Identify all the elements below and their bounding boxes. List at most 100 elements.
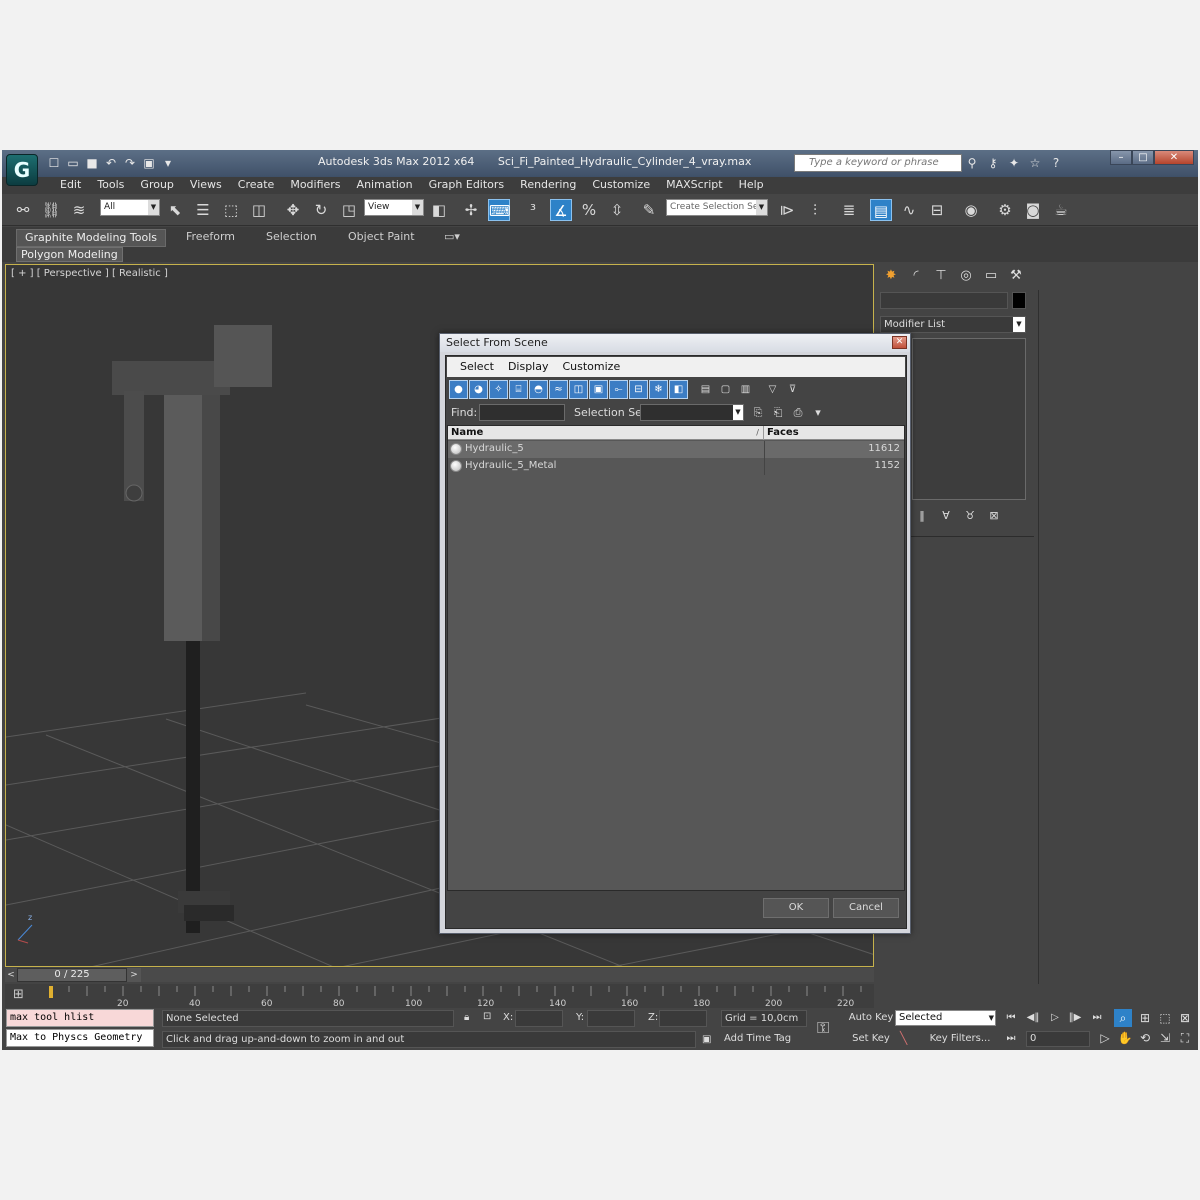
- make-unique-icon[interactable]: ♉: [962, 508, 978, 524]
- motion-tab-icon[interactable]: ◎: [955, 266, 977, 286]
- curve-editor-icon[interactable]: ∿: [898, 199, 920, 221]
- list-item[interactable]: Hydraulic_5 11612: [448, 441, 904, 458]
- align-icon[interactable]: ⫶: [804, 199, 826, 221]
- field-of-view-icon[interactable]: ▷: [1096, 1029, 1114, 1047]
- select-invert-icon[interactable]: ▥: [736, 380, 755, 399]
- close-icon[interactable]: ✕: [1154, 150, 1194, 165]
- scene-object-list[interactable]: Name / Faces Hydraulic_5 11612 Hydraulic…: [447, 425, 905, 891]
- menu-edit[interactable]: Edit: [52, 177, 89, 194]
- maxscript-listener-line-2[interactable]: Max to Physcs Geometry: [6, 1029, 154, 1047]
- menu-views[interactable]: Views: [182, 177, 230, 194]
- previous-frame-icon[interactable]: ◀‖: [1024, 1010, 1042, 1026]
- set-key-filter-icon[interactable]: ╲: [900, 1031, 907, 1045]
- track-bar[interactable]: ⊞ 20 40 60 80 100 120 140 160 180 200 220: [5, 984, 874, 1008]
- quick-access-dropdown-icon[interactable]: ▾: [160, 155, 176, 171]
- reference-coordinate-dropdown[interactable]: View ▼: [364, 199, 424, 216]
- find-input[interactable]: [479, 404, 565, 421]
- key-selection-dropdown[interactable]: Selected ▼: [895, 1010, 996, 1026]
- menu-rendering[interactable]: Rendering: [512, 177, 584, 194]
- auto-key-button[interactable]: Auto Key: [848, 1010, 894, 1027]
- y-coord-field[interactable]: [587, 1010, 635, 1027]
- display-groups-icon[interactable]: ◫: [569, 380, 588, 399]
- select-influences-icon[interactable]: ⎙: [790, 404, 806, 421]
- menu-graph-editors[interactable]: Graph Editors: [421, 177, 513, 194]
- zoom-extents-all-icon[interactable]: ⊠: [1176, 1009, 1194, 1027]
- rendered-frame-window-icon[interactable]: ◙: [1022, 199, 1044, 221]
- edit-named-selection-icon[interactable]: ✎: [638, 199, 660, 221]
- help-icon[interactable]: ?: [1048, 155, 1064, 171]
- mirror-icon[interactable]: ⧐: [776, 199, 798, 221]
- select-all-icon[interactable]: ▤: [696, 380, 715, 399]
- graphite-toggle-icon[interactable]: ▤: [870, 199, 892, 221]
- time-slider[interactable]: < 0 / 225 >: [5, 968, 874, 982]
- bind-space-warp-icon[interactable]: ≋: [68, 199, 90, 221]
- maxscript-listener-line-1[interactable]: max tool hlist: [6, 1009, 154, 1027]
- current-frame-field[interactable]: 0: [1026, 1031, 1090, 1047]
- key-mode-toggle-icon[interactable]: ⏭: [1002, 1031, 1020, 1047]
- list-item[interactable]: Hydraulic_5_Metal 1152: [448, 458, 904, 475]
- modifier-stack[interactable]: [912, 338, 1026, 500]
- menu-help[interactable]: Help: [731, 177, 772, 194]
- selection-set-dropdown[interactable]: ▼: [640, 404, 744, 421]
- snaps-toggle-icon[interactable]: ³: [522, 199, 544, 221]
- column-header-name[interactable]: Name /: [448, 426, 764, 440]
- tab-polygon-modeling[interactable]: Polygon Modeling: [16, 247, 123, 262]
- time-slider-next-icon[interactable]: >: [127, 968, 141, 982]
- show-end-result-icon[interactable]: ∀: [938, 508, 954, 524]
- walk-through-icon[interactable]: ⇲: [1156, 1029, 1174, 1047]
- display-shapes-icon[interactable]: ◕: [469, 380, 488, 399]
- display-containers-icon[interactable]: ⊟: [629, 380, 648, 399]
- menu-modifiers[interactable]: Modifiers: [282, 177, 348, 194]
- next-frame-icon[interactable]: ‖▶: [1066, 1010, 1084, 1026]
- column-header-faces[interactable]: Faces: [764, 426, 904, 440]
- create-tab-icon[interactable]: ✸: [880, 266, 902, 286]
- filter-options-icon[interactable]: ⊽: [783, 380, 802, 399]
- filter-icon[interactable]: ▽: [763, 380, 782, 399]
- selection-filter-dropdown[interactable]: All ▼: [100, 199, 160, 216]
- object-color-swatch[interactable]: [1012, 292, 1026, 309]
- rotate-icon[interactable]: ↻: [310, 199, 332, 221]
- display-tab-icon[interactable]: ▭: [980, 266, 1002, 286]
- modifier-list-dropdown[interactable]: Modifier List ▼: [880, 316, 1026, 333]
- tab-selection[interactable]: Selection: [258, 229, 325, 245]
- pin-stack-icon[interactable]: ‖: [914, 508, 930, 524]
- zoom-all-icon[interactable]: ⊞: [1136, 1009, 1154, 1027]
- schematic-view-icon[interactable]: ⊟: [926, 199, 948, 221]
- save-file-icon[interactable]: ■: [84, 155, 100, 171]
- tab-object-paint[interactable]: Object Paint: [340, 229, 423, 245]
- key-filters-button[interactable]: Key Filters...: [924, 1031, 996, 1048]
- dialog-menu-display[interactable]: Display: [501, 357, 556, 377]
- x-coord-field[interactable]: [515, 1010, 563, 1027]
- absolute-mode-icon[interactable]: ⊡: [483, 1011, 491, 1022]
- menu-animation[interactable]: Animation: [349, 177, 421, 194]
- time-slider-prev-icon[interactable]: <: [5, 968, 17, 982]
- menu-tools[interactable]: Tools: [89, 177, 132, 194]
- menu-customize[interactable]: Customize: [584, 177, 658, 194]
- maximize-viewport-icon[interactable]: ⛶: [1176, 1029, 1194, 1047]
- dialog-menu-select[interactable]: Select: [453, 357, 501, 377]
- play-icon[interactable]: ▷: [1046, 1010, 1064, 1026]
- configure-modifier-sets-icon[interactable]: ⊠: [986, 508, 1002, 524]
- zoom-icon[interactable]: ⌕: [1114, 1009, 1132, 1027]
- lock-icon[interactable]: 🔒︎: [464, 1012, 469, 1023]
- scale-icon[interactable]: ◳: [338, 199, 360, 221]
- go-to-end-icon[interactable]: ⏭: [1088, 1010, 1106, 1026]
- rectangular-selection-icon[interactable]: ⬚: [220, 199, 242, 221]
- percent-snap-icon[interactable]: %: [578, 199, 600, 221]
- time-tag-icon[interactable]: ▣: [702, 1034, 711, 1045]
- unlink-icon[interactable]: ⛓: [40, 199, 62, 221]
- ribbon-options-icon[interactable]: ▭▾: [436, 229, 468, 245]
- pivot-center-icon[interactable]: ◧: [428, 199, 450, 221]
- tab-graphite-modeling-tools[interactable]: Graphite Modeling Tools: [16, 229, 167, 247]
- display-cameras-icon[interactable]: ⌸: [509, 380, 528, 399]
- layer-manager-icon[interactable]: ≣: [838, 199, 860, 221]
- app-logo-icon[interactable]: G: [6, 154, 38, 186]
- modify-tab-icon[interactable]: ◜: [905, 266, 927, 286]
- window-crossing-icon[interactable]: ◫: [248, 199, 270, 221]
- select-children-icon[interactable]: ⎗: [770, 404, 786, 421]
- infocenter-search-input[interactable]: Type a keyword or phrase: [794, 154, 962, 172]
- named-selection-dropdown[interactable]: Create Selection Se ▼: [666, 199, 768, 216]
- undo-icon[interactable]: ↶: [103, 155, 119, 171]
- display-hidden-icon[interactable]: ◧: [669, 380, 688, 399]
- menu-maxscript[interactable]: MAXScript: [658, 177, 730, 194]
